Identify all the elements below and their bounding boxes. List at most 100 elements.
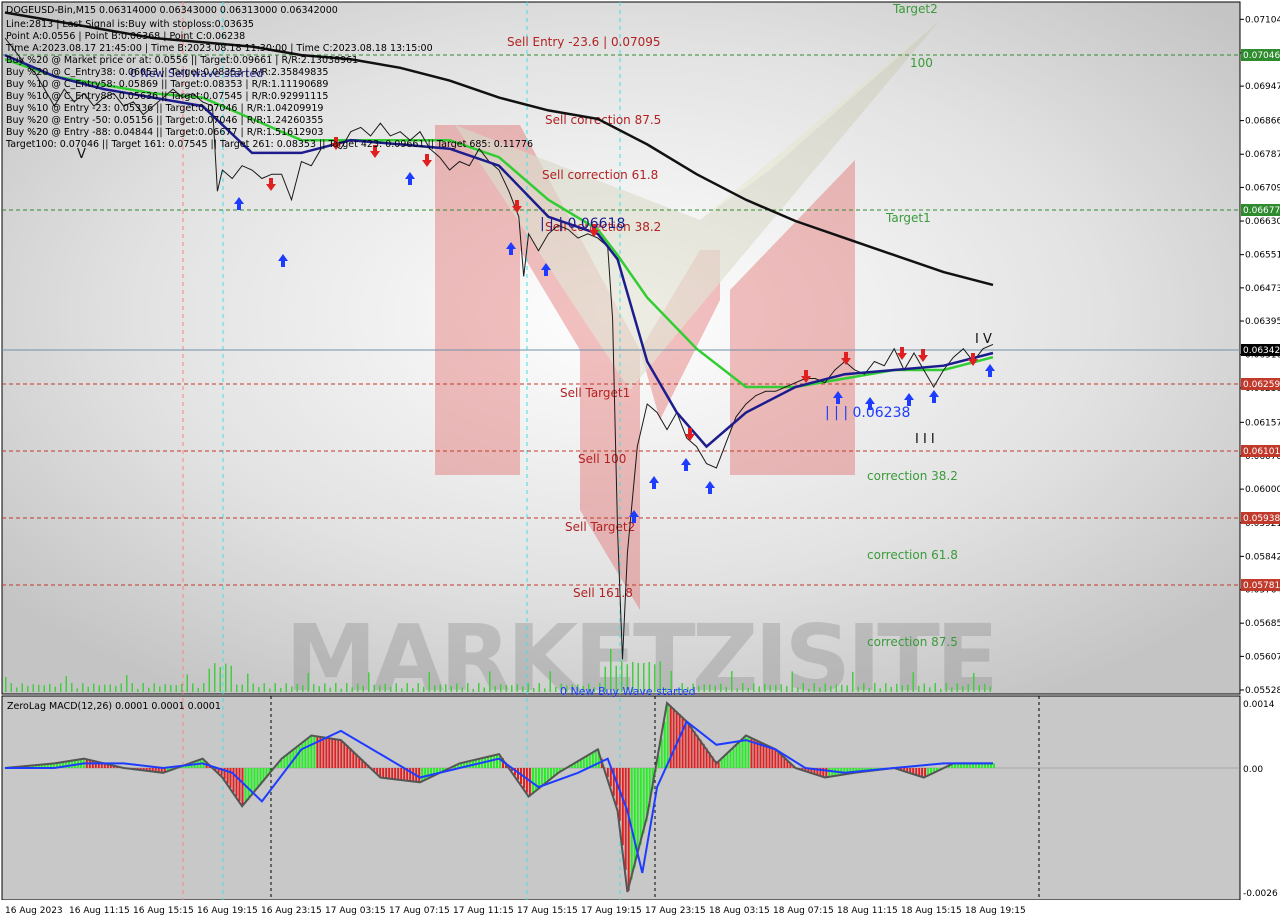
volume-bar bbox=[786, 686, 788, 692]
volume-bar bbox=[203, 683, 205, 692]
macd-histogram-bar bbox=[307, 738, 310, 768]
price-tick-label: 0.05607 bbox=[1245, 652, 1280, 662]
macd-histogram-bar bbox=[328, 738, 331, 768]
price-tick-label: 0.06395 bbox=[1245, 317, 1280, 327]
volume-bar bbox=[43, 685, 45, 692]
volume-bar bbox=[401, 688, 403, 692]
macd-histogram-bar bbox=[298, 745, 301, 768]
time-tick-label: 17 Aug 19:15 bbox=[581, 906, 642, 916]
macd-histogram-bar bbox=[663, 721, 666, 768]
info-line: Target100: 0.07046 || Target 161: 0.0754… bbox=[5, 139, 533, 150]
volume-bar bbox=[511, 685, 513, 692]
macd-histogram-bar bbox=[921, 768, 924, 777]
price-tick-label: 0.06866 bbox=[1245, 117, 1280, 127]
macd-histogram-bar bbox=[762, 743, 765, 768]
volume-bar bbox=[841, 684, 843, 692]
volume-bar bbox=[808, 688, 810, 692]
info-line: Line:2813 | Last Signal is:Buy with stop… bbox=[6, 19, 254, 30]
volume-bar bbox=[417, 683, 419, 692]
macd-histogram-bar bbox=[229, 768, 232, 788]
macd-histogram-bar bbox=[283, 757, 286, 768]
macd-histogram-bar bbox=[627, 768, 630, 891]
macd-histogram-bar bbox=[313, 735, 316, 768]
macd-histogram-bar bbox=[636, 768, 639, 857]
macd-histogram-bar bbox=[918, 768, 921, 776]
macd-histogram-bar bbox=[343, 742, 346, 768]
volume-bar bbox=[456, 683, 458, 692]
label-sell-target1: Sell Target1 bbox=[560, 386, 630, 400]
volume-bar bbox=[736, 688, 738, 692]
volume-bar bbox=[120, 683, 122, 692]
volume-bar bbox=[945, 683, 947, 692]
macd-histogram-bar bbox=[741, 739, 744, 768]
volume-bar bbox=[274, 683, 276, 692]
volume-bar bbox=[368, 672, 370, 692]
volume-bar bbox=[489, 671, 491, 692]
macd-histogram-bar bbox=[993, 763, 995, 768]
volume-bar bbox=[164, 684, 166, 692]
volume-bar bbox=[395, 683, 397, 692]
volume-bar bbox=[76, 688, 78, 692]
volume-bar bbox=[104, 684, 106, 692]
macd-histogram-bar bbox=[585, 756, 588, 768]
volume-bar bbox=[780, 684, 782, 692]
label-correction-382: correction 38.2 bbox=[867, 469, 958, 483]
volume-bar bbox=[819, 687, 821, 692]
volume-bar bbox=[192, 683, 194, 692]
volume-bar bbox=[500, 684, 502, 692]
macd-histogram-bar bbox=[825, 768, 828, 778]
macd-histogram-bar bbox=[744, 736, 747, 768]
macd-histogram-bar bbox=[382, 768, 385, 778]
price-tick-label: 0.06630 bbox=[1245, 217, 1280, 227]
time-tick-label: 17 Aug 07:15 bbox=[389, 906, 450, 916]
time-tick-label: 17 Aug 15:15 bbox=[517, 906, 578, 916]
time-tick-label: 18 Aug 03:15 bbox=[709, 906, 770, 916]
volume-bar bbox=[186, 674, 188, 692]
volume-bar bbox=[813, 683, 815, 692]
macd-histogram-bar bbox=[639, 768, 642, 845]
price-tick-label: 0.06157 bbox=[1245, 418, 1280, 428]
volume-bar bbox=[901, 685, 903, 692]
point-c-label: | | | 0.06238 bbox=[825, 405, 910, 421]
volume-bar bbox=[115, 685, 117, 692]
volume-bar bbox=[940, 688, 942, 692]
macd-histogram-bar bbox=[633, 768, 636, 868]
volume-bar bbox=[54, 686, 56, 692]
volume-bar bbox=[720, 683, 722, 692]
price-tick-label: 0.05685 bbox=[1245, 619, 1280, 629]
volume-bar bbox=[989, 686, 991, 692]
wave-mark-iv: I V bbox=[975, 332, 992, 347]
macd-histogram-bar bbox=[735, 745, 738, 768]
badge-sell-target1: 0.06259 bbox=[1243, 380, 1280, 390]
macd-histogram-bar bbox=[828, 768, 831, 777]
macd-histogram-bar bbox=[400, 768, 403, 780]
volume-bar bbox=[291, 686, 293, 692]
macd-histogram-bar bbox=[322, 737, 325, 768]
volume-bar bbox=[137, 688, 139, 692]
macd-histogram-bar bbox=[310, 736, 313, 768]
price-tick-label: 0.06787 bbox=[1245, 150, 1280, 160]
info-line: Time A:2023.08.17 21:45:00 | Time B:2023… bbox=[5, 43, 433, 54]
info-line: Buy %10 @ Entry -23: 0.05336 || Target:0… bbox=[6, 103, 323, 114]
time-tick-label: 16 Aug 11:15 bbox=[69, 906, 130, 916]
volume-bar bbox=[329, 687, 331, 692]
macd-histogram-bar bbox=[534, 768, 537, 792]
volume-bar bbox=[478, 683, 480, 692]
volume-bar bbox=[984, 683, 986, 692]
volume-bar bbox=[302, 685, 304, 692]
macd-histogram-bar bbox=[624, 768, 627, 870]
info-line: Buy %10 @ C_Entry58: 0.05869 || Target:0… bbox=[6, 79, 328, 90]
macd-tick: 0.0014 bbox=[1243, 700, 1275, 710]
macd-histogram-bar bbox=[729, 751, 732, 768]
info-line: Buy %20 @ C_Entry38: 0.06053 || Target:0… bbox=[6, 67, 328, 78]
chart-canvas: MARKETZISITE Target2 100 Sell Entry -23.… bbox=[0, 0, 1280, 920]
info-line: Buy %20 @ Market price or at: 0.0556 || … bbox=[6, 55, 358, 66]
time-tick-label: 18 Aug 15:15 bbox=[901, 906, 962, 916]
volume-bar bbox=[450, 686, 452, 692]
info-line: Point A:0.0556 | Point B:0.06368 | Point… bbox=[6, 31, 245, 42]
price-tick-label: 0.07104 bbox=[1245, 15, 1280, 25]
macd-histogram-bar bbox=[666, 704, 669, 768]
time-tick-label: 17 Aug 11:15 bbox=[453, 906, 514, 916]
macd-histogram-bar bbox=[379, 768, 382, 777]
info-line: Buy %20 @ Entry -88: 0.04844 || Target:0… bbox=[6, 127, 323, 138]
